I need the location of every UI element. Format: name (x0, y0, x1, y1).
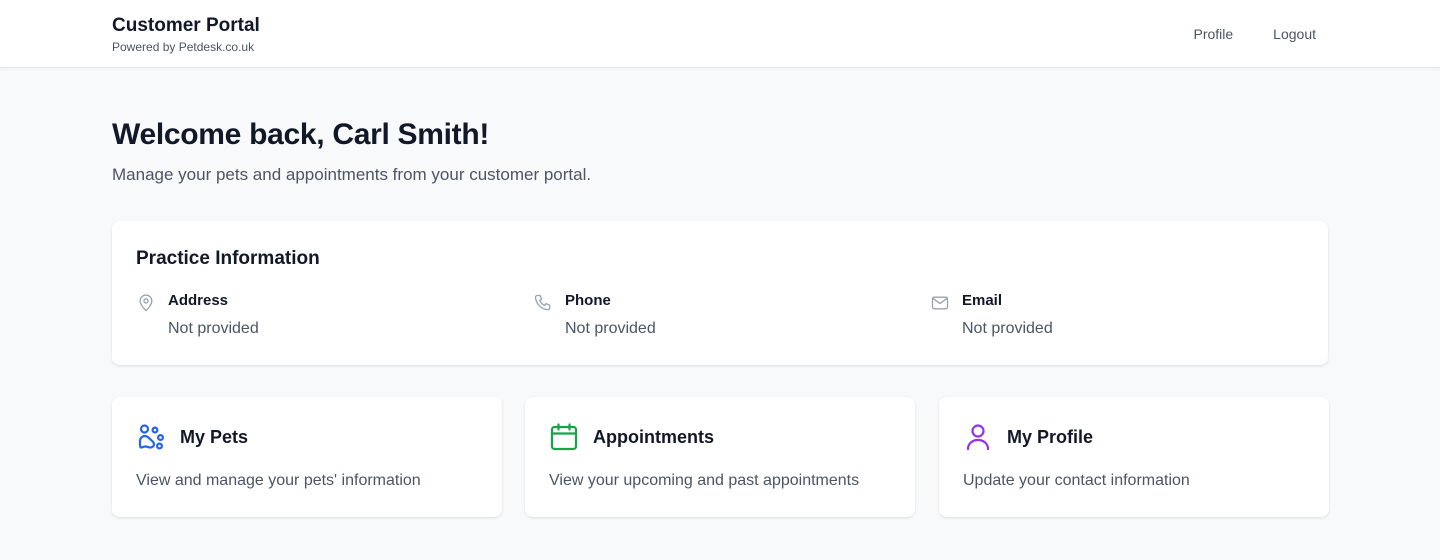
my-profile-description: Update your contact information (963, 472, 1190, 489)
email-label: Email (962, 292, 1003, 309)
my-pets-description: View and manage your pets' information (136, 472, 421, 489)
email-value: Not provided (962, 320, 1053, 337)
phone-icon (533, 293, 553, 313)
phone-label: Phone (565, 292, 611, 309)
calendar-icon (549, 422, 579, 452)
my-profile-card[interactable]: My Profile Update your contact informati… (939, 397, 1329, 517)
address-label: Address (168, 292, 229, 309)
mail-icon (930, 293, 950, 313)
appointments-card[interactable]: Appointments View your upcoming and past… (525, 397, 915, 517)
phone-value: Not provided (565, 320, 656, 337)
nav-logout-link[interactable]: Logout (1273, 25, 1316, 43)
practice-info-title: Practice Information (136, 248, 320, 269)
practice-info-card: Practice Information Address Not provide… (112, 221, 1328, 365)
welcome-title: Welcome back, Carl Smith! (112, 118, 490, 151)
header-nav: Profile Logout (1193, 25, 1316, 43)
top-navbar: Customer Portal Powered by Petdesk.co.uk… (0, 0, 1440, 68)
welcome-subtitle: Manage your pets and appointments from y… (112, 165, 592, 184)
my-pets-title: My Pets (180, 427, 249, 447)
my-profile-title: My Profile (1007, 427, 1094, 447)
app-title: Customer Portal (112, 15, 260, 36)
user-icon (963, 422, 993, 452)
app-subtitle: Powered by Petdesk.co.uk (112, 40, 255, 54)
my-pets-card[interactable]: My Pets View and manage your pets' infor… (112, 397, 502, 517)
address-value: Not provided (168, 320, 259, 337)
appointments-description: View your upcoming and past appointments (549, 472, 860, 489)
map-pin-icon (136, 293, 156, 313)
nav-profile-link[interactable]: Profile (1193, 25, 1233, 43)
appointments-title: Appointments (593, 427, 714, 447)
paw-icon (136, 422, 166, 452)
brand: Customer Portal Powered by Petdesk.co.uk (112, 14, 260, 54)
